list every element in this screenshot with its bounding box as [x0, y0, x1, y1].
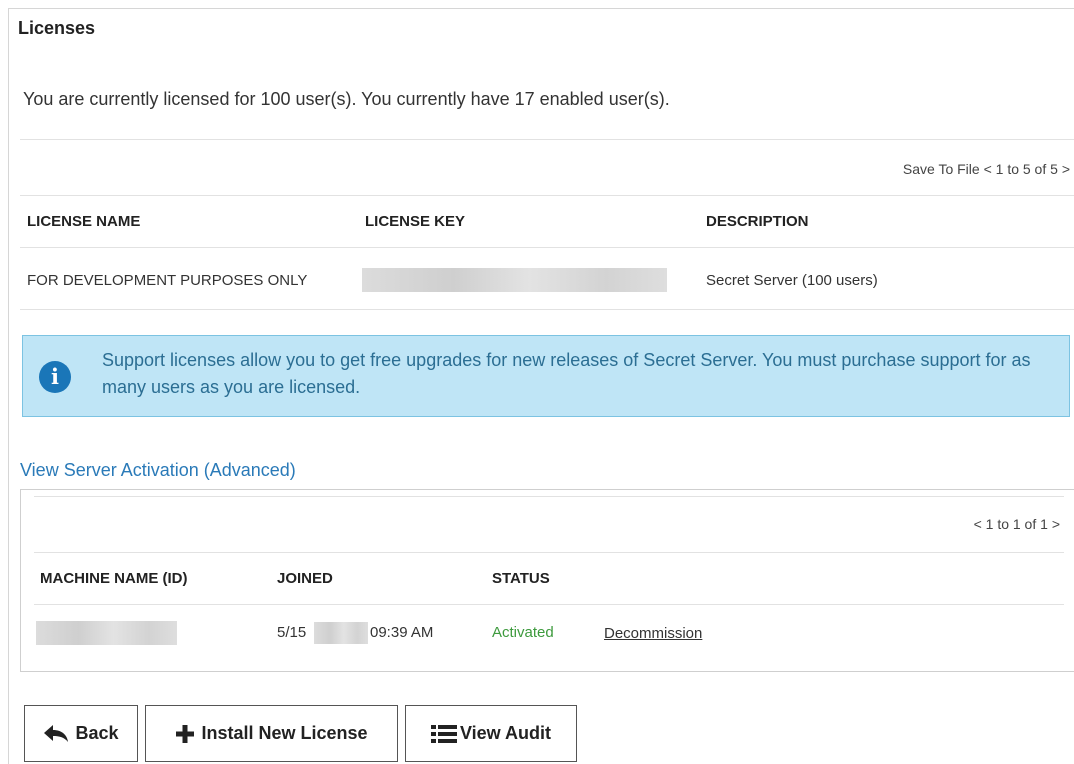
decommission-link[interactable]: Decommission: [604, 625, 702, 642]
next-page-link[interactable]: >: [1052, 516, 1060, 532]
prev-page-link[interactable]: <: [984, 161, 992, 177]
pagination-range: 1 to 5 of 5: [995, 161, 1058, 177]
support-license-info-box: i Support licenses allow you to get free…: [22, 335, 1070, 417]
status-badge: Activated: [492, 624, 554, 641]
license-name-cell: FOR DEVELOPMENT PURPOSES ONLY: [27, 272, 308, 289]
next-page-link[interactable]: >: [1062, 161, 1070, 177]
divider: [20, 247, 1074, 248]
divider: [20, 139, 1074, 140]
redacted-license-key: [362, 268, 667, 292]
back-button-label: Back: [75, 723, 119, 743]
list-icon: [430, 724, 457, 744]
license-description-cell: Secret Server (100 users): [706, 272, 878, 289]
view-audit-button[interactable]: View Audit: [405, 705, 577, 762]
redacted-joined-date-part: [314, 622, 368, 644]
back-button[interactable]: Back: [24, 705, 138, 762]
install-button-label: Install New License: [201, 723, 368, 743]
info-icon: i: [39, 361, 71, 393]
divider: [34, 604, 1064, 605]
view-server-activation-link[interactable]: View Server Activation (Advanced): [20, 460, 296, 481]
column-header-license-name[interactable]: LICENSE NAME: [27, 213, 140, 230]
license-summary: You are currently licensed for 100 user(…: [23, 89, 670, 109]
install-new-license-button[interactable]: Install New License: [145, 705, 398, 762]
divider: [20, 195, 1074, 196]
divider: [34, 496, 1064, 497]
view-audit-button-label: View Audit: [459, 723, 551, 743]
column-header-license-key[interactable]: LICENSE KEY: [365, 213, 465, 230]
column-header-status[interactable]: STATUS: [492, 570, 550, 587]
pagination-range: 1 to 1 of 1: [985, 516, 1048, 532]
column-header-description[interactable]: DESCRIPTION: [706, 213, 809, 230]
plus-icon: [175, 724, 195, 744]
joined-date: 5/15: [277, 624, 307, 641]
back-arrow-icon: [43, 724, 69, 744]
divider: [34, 552, 1064, 553]
activation-pager: < 1 to 1 of 1 >: [974, 516, 1060, 532]
redacted-machine-name: [36, 621, 177, 645]
licenses-toolbar: Save To File < 1 to 5 of 5 >: [903, 161, 1070, 177]
divider: [20, 309, 1074, 310]
page-title: Licenses: [18, 18, 96, 38]
joined-time: 09:39 AM: [370, 624, 434, 641]
column-header-joined[interactable]: JOINED: [277, 570, 333, 587]
save-to-file-link[interactable]: Save To File: [903, 161, 980, 177]
info-message: Support licenses allow you to get free u…: [102, 350, 1031, 397]
prev-page-link[interactable]: <: [974, 516, 982, 532]
column-header-machine-name[interactable]: MACHINE NAME (ID): [40, 570, 188, 587]
